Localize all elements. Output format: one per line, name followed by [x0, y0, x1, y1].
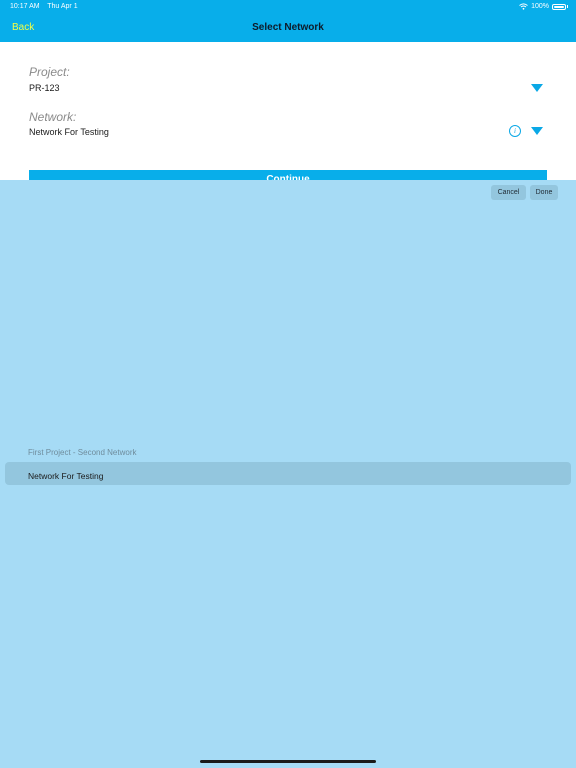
dropdown-caret-icon [531, 127, 543, 135]
wifi-icon [519, 3, 528, 10]
dropdown-caret-icon [531, 84, 543, 92]
nav-bar: Back Select Network [0, 14, 576, 42]
network-form: Project: PR-123 Network: Network For Tes… [0, 42, 576, 180]
status-date: Thu Apr 1 [47, 3, 78, 10]
cancel-button[interactable]: Cancel [491, 185, 526, 200]
picker-option-selected[interactable]: Network For Testing [28, 471, 103, 481]
done-button[interactable]: Done [530, 185, 558, 200]
project-label: Project: [29, 65, 70, 79]
battery-icon [552, 3, 566, 10]
picker-option[interactable]: First Project - Second Network [28, 448, 136, 457]
battery-tip [567, 5, 568, 8]
network-dropdown[interactable]: Network For Testing [29, 124, 547, 142]
page-title: Select Network [252, 22, 324, 33]
status-bar: 10:17 AM Thu Apr 1 100% [0, 0, 576, 14]
status-right: 100% [519, 3, 568, 10]
home-indicator[interactable] [200, 760, 376, 763]
battery-percent: 100% [531, 3, 549, 10]
status-time-date: 10:17 AM Thu Apr 1 [10, 3, 78, 10]
project-dropdown[interactable]: PR-123 [29, 80, 547, 98]
status-time: 10:17 AM [10, 3, 40, 10]
network-value: Network For Testing [29, 127, 109, 137]
network-picker: Cancel Done First Project - Second Netwo… [0, 180, 576, 768]
project-value: PR-123 [29, 83, 60, 93]
network-label: Network: [29, 110, 77, 124]
info-icon[interactable]: i [509, 125, 521, 137]
